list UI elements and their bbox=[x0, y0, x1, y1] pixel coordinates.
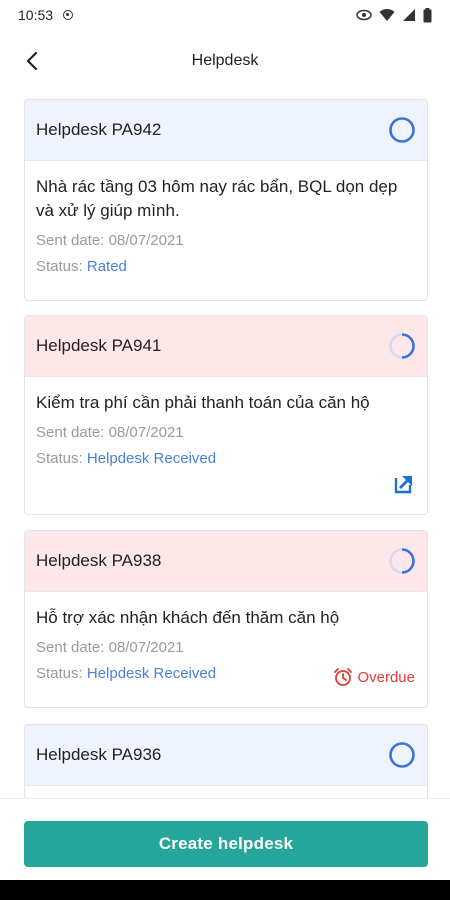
ticket-content: Hỗ trợ xác nhận khách đến thăm căn hộ bbox=[36, 608, 340, 627]
sent-date-value: 08/07/2021 bbox=[108, 424, 184, 441]
eye-icon bbox=[356, 9, 372, 21]
ticket-body: Kiểm tra phí cần phải thanh toán của căn… bbox=[25, 377, 427, 494]
alarm-clock-icon bbox=[334, 668, 353, 686]
status-label: Status: bbox=[36, 665, 87, 682]
ticket-list[interactable]: Helpdesk PA942 Nhà rác tầng 03 hôm nay r… bbox=[0, 92, 450, 798]
back-button[interactable] bbox=[18, 47, 46, 75]
ticket-content: Kiểm tra phí cần phải thanh toán của căn… bbox=[36, 393, 370, 412]
page-title: Helpdesk bbox=[191, 52, 259, 69]
status-row: Status: Rated bbox=[36, 258, 416, 276]
status-row: Status: Helpdesk Received bbox=[36, 450, 416, 468]
battery-icon bbox=[423, 7, 432, 22]
ticket-card[interactable]: Helpdesk PA942 Nhà rác tầng 03 hôm nay r… bbox=[24, 99, 428, 301]
signal-icon bbox=[403, 9, 415, 21]
ticket-header: Helpdesk PA941 bbox=[25, 316, 427, 377]
open-external-icon[interactable] bbox=[393, 473, 415, 495]
ticket-header: Helpdesk PA936 bbox=[25, 725, 427, 786]
system-nav-bar bbox=[0, 880, 450, 900]
wifi-icon bbox=[379, 9, 395, 21]
empty-circle-icon bbox=[389, 117, 415, 143]
status-value: Helpdesk Received bbox=[86, 450, 217, 467]
create-helpdesk-button[interactable]: Create helpdesk bbox=[24, 821, 428, 867]
partial-circle-icon bbox=[389, 333, 415, 359]
sent-date-row: Sent date: 08/07/2021 bbox=[36, 639, 416, 657]
sent-date-value: 08/07/2021 bbox=[108, 232, 184, 249]
ticket-code: Helpdesk PA941 bbox=[36, 336, 162, 355]
overdue-badge: Overdue bbox=[333, 667, 415, 687]
app-bar: Helpdesk bbox=[0, 30, 450, 92]
ticket-body: Nhà rác tầng 03 hôm nay rác bẩn, BQL dọn… bbox=[25, 161, 427, 276]
ticket-code: Helpdesk PA938 bbox=[36, 551, 162, 570]
overdue-label: Overdue bbox=[357, 668, 415, 686]
partial-circle-icon bbox=[389, 548, 415, 574]
ticket-content: Nhà rác tầng 03 hôm nay rác bẩn, BQL dọn… bbox=[36, 177, 398, 220]
status-icons bbox=[356, 7, 432, 23]
status-label: Status: bbox=[36, 258, 87, 275]
sent-date-label: Sent date: bbox=[36, 424, 109, 441]
status-value: Rated bbox=[86, 258, 127, 275]
back-arrow-icon bbox=[26, 51, 38, 71]
notification-dot-icon bbox=[63, 10, 74, 20]
sent-date-row: Sent date: 08/07/2021 bbox=[36, 424, 416, 442]
ticket-code: Helpdesk PA936 bbox=[36, 745, 162, 764]
status-bar: 10:53 bbox=[0, 0, 450, 30]
ticket-code: Helpdesk PA942 bbox=[36, 120, 162, 139]
ticket-header: Helpdesk PA938 bbox=[25, 531, 427, 592]
sent-date-label: Sent date: bbox=[36, 639, 109, 656]
status-label: Status: bbox=[36, 450, 87, 467]
bottom-action-area: Create helpdesk bbox=[0, 798, 450, 880]
ticket-card[interactable]: Helpdesk PA936 bbox=[24, 724, 428, 798]
ticket-body: Hỗ trợ xác nhận khách đến thăm căn hộ Se… bbox=[25, 592, 427, 686]
status-time: 10:53 bbox=[18, 7, 54, 23]
ticket-card[interactable]: Helpdesk PA938 Hỗ trợ xác nhận khách đến… bbox=[24, 530, 428, 708]
empty-circle-icon bbox=[389, 742, 415, 768]
sent-date-value: 08/07/2021 bbox=[108, 639, 184, 656]
ticket-header: Helpdesk PA942 bbox=[25, 100, 427, 161]
sent-date-row: Sent date: 08/07/2021 bbox=[36, 232, 416, 250]
ticket-card[interactable]: Helpdesk PA941 Kiểm tra phí cần phải tha… bbox=[24, 315, 428, 515]
status-value: Helpdesk Received bbox=[86, 665, 217, 682]
sent-date-label: Sent date: bbox=[36, 232, 109, 249]
